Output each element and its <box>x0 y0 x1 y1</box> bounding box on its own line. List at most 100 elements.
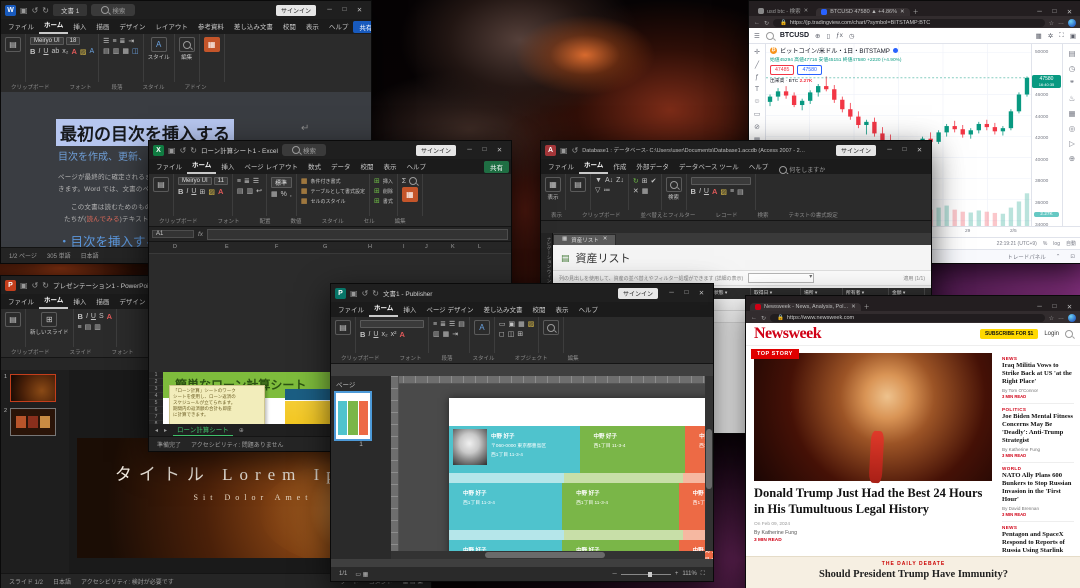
cell-item[interactable]: ⊞書式 <box>374 197 393 205</box>
tab-close-icon[interactable]: ✕ <box>900 9 905 15</box>
word-ribbon[interactable]: ▤ Meiryo UI18 BIUabx₂A▨A ☰≡≣⇥ ▤▥▦◫ Aスタイル… <box>1 34 371 93</box>
close-button[interactable]: ✕ <box>352 6 367 14</box>
sheet-nav-right-icon[interactable]: ▸ <box>164 427 167 434</box>
font-format-icons[interactable]: BIUabx₂A▨A <box>30 47 94 56</box>
ribbon-tab[interactable]: 描画 <box>91 294 114 309</box>
top-story-photo[interactable]: TOP STORY <box>754 353 992 481</box>
undo-icon[interactable]: ↺ <box>572 146 579 155</box>
close-button[interactable]: ✕ <box>694 289 709 297</box>
font-name-box[interactable]: Meiryo UI <box>178 177 212 185</box>
nw-browser-tabs[interactable]: Newsweek - News, Analysis, Pol...✕ ＋ ─□✕ <box>746 296 1080 311</box>
subscribe-button[interactable]: SUBSCRIBE FOR $1 <box>980 329 1038 339</box>
row-header-6[interactable]: 6 <box>149 407 163 414</box>
side-article[interactable]: WORLDNATO Ally Plans 600 Bunkers to Stop… <box>1002 463 1074 522</box>
url-field[interactable]: 🔒https://www.newsweek.com <box>770 314 1045 322</box>
ribbon-tab[interactable]: デザイン <box>114 19 150 34</box>
favorites-icon[interactable]: ☆ <box>1049 20 1054 27</box>
number-icons[interactable]: ▦%, <box>271 190 292 198</box>
snapshot-icon[interactable]: ▣ <box>1070 32 1076 40</box>
undo-icon[interactable]: ↺ <box>362 289 369 298</box>
ribbon-tab[interactable]: デザイン <box>114 294 150 309</box>
row-header-5[interactable]: 5 <box>149 400 163 407</box>
horizontal-scrollbar[interactable] <box>391 551 705 559</box>
maximize-button[interactable]: □ <box>1047 8 1062 16</box>
article-title[interactable]: NATO Ally Plans 600 Bunkers to Stop Russ… <box>1002 472 1074 505</box>
word-search-box[interactable]: 検索 <box>91 4 135 16</box>
reload-icon[interactable]: ↻ <box>764 20 769 27</box>
para-icons[interactable]: ≡≣☰▤ <box>433 320 465 328</box>
ribbon-tab[interactable]: 描画 <box>91 19 114 34</box>
paste-button[interactable]: ▤ <box>5 37 21 52</box>
side-tool-5-icon[interactable]: ◎ <box>1069 124 1076 133</box>
layout-icon[interactable]: ▦ <box>1036 32 1042 40</box>
paste-button[interactable]: ▤ <box>570 177 586 192</box>
side-tool-1-icon[interactable]: ◷ <box>1069 64 1076 73</box>
word-titlebar[interactable]: W ▣ ↺ ↻ 文書 1 検索 サインイン ─□✕ <box>1 1 371 19</box>
ribbon-tab[interactable]: ヘルプ <box>324 19 354 34</box>
add-symbol-icon[interactable]: ⊕ <box>815 32 820 40</box>
new-tab-button[interactable]: ＋ <box>864 302 870 311</box>
word-ribbon-tabs[interactable]: ファイルホーム挿入描画デザインレイアウト参考資料差し込み文書校閲表示ヘルプ共有 <box>1 19 371 34</box>
more-icon[interactable]: … <box>1058 20 1064 26</box>
card-cell[interactable]: 中野 好子西1丁目 11-3-4 <box>449 483 562 530</box>
object-icons[interactable]: ▭▣▦▨ <box>499 320 535 328</box>
sheet-nav-left-icon[interactable]: ◂ <box>155 427 158 434</box>
ribbon-tab[interactable]: ヘルプ <box>744 159 774 174</box>
alert-icon[interactable]: ◷ <box>849 32 855 40</box>
filter-combo[interactable] <box>748 273 814 283</box>
minimize-button[interactable]: ─ <box>322 6 337 14</box>
tv-browser-tabs[interactable]: usd btc - 検索✕ BTCUSD 47580 ▲ +4.86%✕ ＋ ─… <box>749 1 1080 16</box>
card-row[interactable]: 中野 好子西1丁目 11-3-4中野 好子西1丁目 11-3-4中野 好子西1丁… <box>449 483 713 530</box>
ribbon-tab[interactable]: 挿入 <box>216 159 239 174</box>
ribbon-tab[interactable]: ファイル <box>333 302 369 317</box>
close-button[interactable]: ✕ <box>492 146 507 154</box>
pub-ribbon-tabs[interactable]: ファイルホーム挿入ページ デザイン差し込み文書校閲表示ヘルプ <box>331 302 713 317</box>
article-title[interactable]: Joe Biden Mental Fitness Concerns May Be… <box>1002 413 1074 446</box>
tv-top-toolbar[interactable]: ☰ BTCUSD ⊕ ▯ ƒx ◷ ▦ ✲ ⛶ ▣ <box>749 28 1080 44</box>
minimize-button[interactable]: ─ <box>1032 303 1047 311</box>
align-icons[interactable]: ▤▥▦◫ <box>103 47 139 55</box>
buy-button[interactable]: 47580 <box>797 65 821 75</box>
filter-icons2[interactable]: ▽≔ <box>595 186 624 194</box>
page-thumbnail[interactable] <box>336 393 370 439</box>
para-icons[interactable]: ≡▤▥ <box>78 323 113 331</box>
pub-titlebar[interactable]: P ▣ ↺ ↻ 文書1 - Publisher サインイン ─□✕ <box>331 284 713 302</box>
tellme-label[interactable]: 何をしますか <box>789 165 825 174</box>
browser-tab-inactive[interactable]: usd btc - 検索✕ <box>753 6 813 16</box>
find-button[interactable] <box>543 320 559 335</box>
formula-field[interactable] <box>207 229 508 240</box>
panel-icon[interactable]: ⊡ <box>1070 254 1075 260</box>
cell-item[interactable]: ⊞削除 <box>374 187 393 195</box>
ribbon-tab[interactable]: ホーム <box>579 159 608 174</box>
column-header-L[interactable]: L <box>478 244 481 250</box>
auto-scale-toggle[interactable]: 自動 <box>1066 240 1076 247</box>
save-icon[interactable]: ▣ <box>20 281 28 290</box>
styles-button[interactable]: A <box>474 320 490 335</box>
side-article[interactable]: POLITICSJoe Biden Mental Fitness Concern… <box>1002 404 1074 463</box>
minimize-button[interactable]: ─ <box>462 146 477 154</box>
side-tool-0-icon[interactable]: ▤ <box>1068 49 1075 58</box>
para-icons2[interactable]: ▥▦⇥ <box>433 330 465 338</box>
font-name-box[interactable] <box>691 177 751 185</box>
profile-avatar[interactable] <box>1068 314 1076 322</box>
pub-ribbon[interactable]: ▤ BIUx₂x²A ≡≣☰▤ ▥▦⇥ A ▭▣▦▨ ◻◫⊞ クリップボードフォ… <box>331 317 713 364</box>
search-icon[interactable] <box>1065 330 1073 338</box>
back-icon[interactable]: ← <box>751 315 757 321</box>
card-cell[interactable]: 中野 好子〒060-0000 東京都豊島区西1丁目 11-3-4 <box>449 426 580 473</box>
window-publisher[interactable]: P ▣ ↺ ↻ 文書1 - Publisher サインイン ─□✕ ファイルホー… <box>330 283 714 582</box>
records-icons2[interactable]: ✕▦ <box>633 187 657 195</box>
ribbon-tab[interactable]: 差し込み文書 <box>229 19 278 34</box>
number-format-box[interactable]: 標準 <box>271 177 292 188</box>
ribbon-tab[interactable]: レイアウト <box>150 19 193 34</box>
ribbon-tab[interactable]: ホーム <box>369 302 398 317</box>
ribbon-tab[interactable]: 表示 <box>551 302 574 317</box>
style-item[interactable]: ▦テーブルとして書式設定 <box>301 187 365 195</box>
ribbon-tab[interactable]: ホーム <box>187 159 216 174</box>
document-title[interactable]: 文書 1 <box>53 4 87 16</box>
draw-tool-6-icon[interactable]: ⊘ <box>754 123 760 131</box>
ribbon-tab[interactable]: ファイル <box>151 159 187 174</box>
side-article[interactable]: NEWSIraq Militia Vows to Strike Back at … <box>1002 353 1074 404</box>
align-icons[interactable]: ≡≣☰ <box>237 177 262 185</box>
ribbon-tab[interactable]: 挿入 <box>398 302 421 317</box>
url-field[interactable]: 🔒https://jp.tradingview.com/chart/?symbo… <box>773 19 1045 27</box>
